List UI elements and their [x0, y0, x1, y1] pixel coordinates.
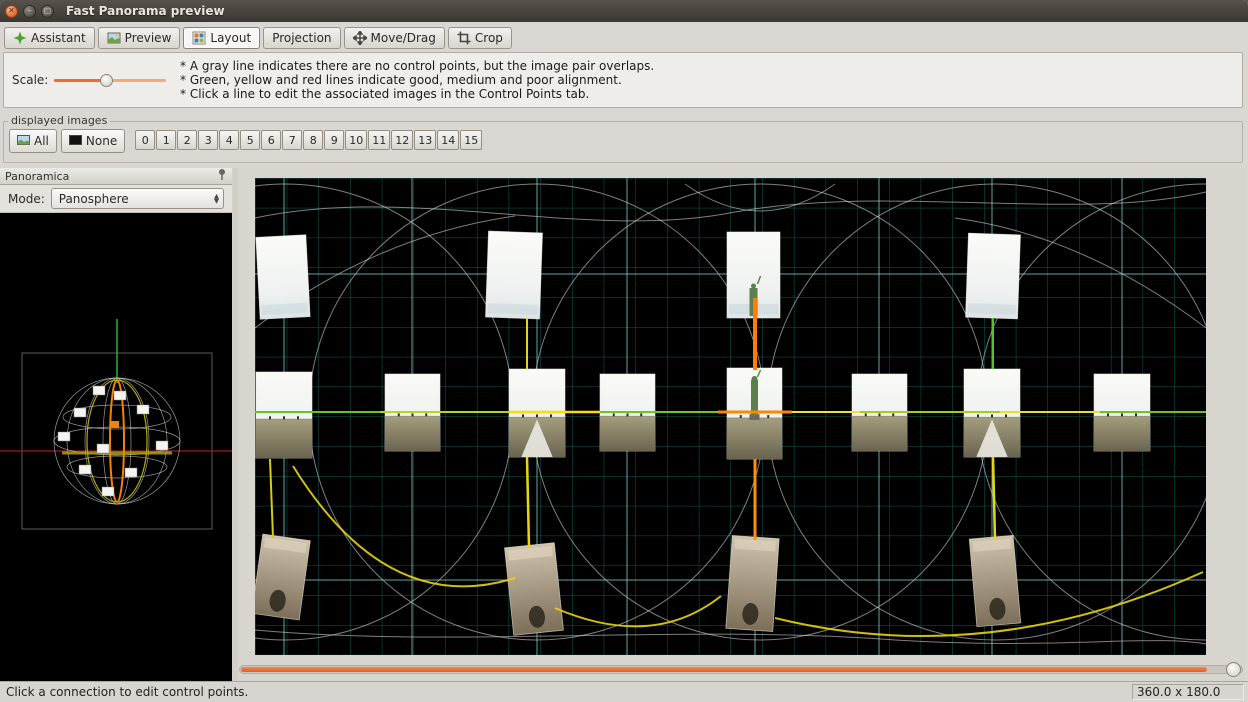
- scale-slider-handle[interactable]: [100, 74, 113, 87]
- tab-preview[interactable]: Preview: [98, 27, 181, 49]
- image-toggle-5[interactable]: 5: [240, 130, 260, 150]
- status-message: Click a connection to edit control point…: [6, 685, 248, 699]
- canvas-scroll-handle[interactable]: [1226, 662, 1241, 677]
- tab-layout[interactable]: Layout: [183, 27, 260, 49]
- window-title: Fast Panorama preview: [66, 4, 225, 18]
- image-thumbnail[interactable]: [505, 543, 564, 636]
- image-thumbnail[interactable]: [966, 233, 1021, 319]
- tab-bar: Assistant Preview Layout Projection Move…: [4, 24, 512, 49]
- image-toggle-11[interactable]: 11: [368, 130, 390, 150]
- image-toggle-6[interactable]: 6: [261, 130, 281, 150]
- tab-label: Assistant: [31, 31, 86, 45]
- image-toggle-14[interactable]: 14: [437, 130, 459, 150]
- tab-move-drag[interactable]: Move/Drag: [344, 27, 445, 49]
- image-toggle-8[interactable]: 8: [303, 130, 323, 150]
- tab-label: Preview: [125, 31, 172, 45]
- image-toggle-4[interactable]: 4: [219, 130, 239, 150]
- move-drag-icon: [353, 31, 367, 45]
- panosphere-preview[interactable]: [0, 213, 232, 681]
- tab-crop[interactable]: Crop: [448, 27, 512, 49]
- combo-spin-icon[interactable]: ▲▼: [214, 194, 219, 203]
- image-thumbnail[interactable]: [256, 372, 312, 458]
- assistant-icon: [13, 31, 27, 45]
- panel-title: Panoramica: [5, 170, 69, 183]
- layout-canvas-area: [238, 168, 1245, 681]
- scale-slider-fill: [54, 79, 106, 82]
- image-thumbnail[interactable]: [486, 231, 543, 319]
- image-toggle-9[interactable]: 9: [324, 130, 344, 150]
- scale-slider[interactable]: [54, 74, 166, 87]
- legend-notes: * A gray line indicates there are no con…: [180, 59, 654, 101]
- image-thumbnail[interactable]: [969, 535, 1021, 627]
- info-panel: Scale: * A gray line indicates there are…: [3, 52, 1243, 108]
- panel-header: Panoramica: [0, 168, 232, 185]
- mode-combobox[interactable]: Panosphere ▲▼: [51, 188, 224, 209]
- pin-icon[interactable]: [217, 168, 227, 184]
- scale-label: Scale:: [12, 73, 48, 87]
- displayed-images-label: displayed images: [8, 114, 110, 127]
- image-toggle-12[interactable]: 12: [391, 130, 413, 150]
- displayed-images-group: displayed images All None 01234567891011…: [3, 121, 1243, 163]
- image-thumbnail[interactable]: [256, 235, 310, 320]
- crop-icon: [457, 31, 471, 45]
- image-toggle-7[interactable]: 7: [282, 130, 302, 150]
- tab-projection[interactable]: Projection: [263, 27, 340, 49]
- note-line: * A gray line indicates there are no con…: [180, 59, 654, 73]
- canvas-scrollbar-fill: [241, 667, 1207, 672]
- image-toggle-15[interactable]: 15: [460, 130, 482, 150]
- image-toggle-0[interactable]: 0: [135, 130, 155, 150]
- image-toggle-row: 0123456789101112131415: [135, 130, 482, 150]
- image-toggle-10[interactable]: 10: [345, 130, 367, 150]
- image-toggle-3[interactable]: 3: [198, 130, 218, 150]
- tab-label: Move/Drag: [371, 31, 436, 45]
- mode-row: Mode: Panosphere ▲▼: [0, 185, 232, 213]
- image-toggle-2[interactable]: 2: [177, 130, 197, 150]
- titlebar[interactable]: ✕ – ▢ Fast Panorama preview: [0, 0, 1248, 22]
- status-bar: Click a connection to edit control point…: [0, 681, 1248, 702]
- panorama-mode-panel: Panoramica Mode: Panosphere ▲▼: [0, 168, 232, 681]
- tab-label: Projection: [272, 31, 331, 45]
- image-toggle-1[interactable]: 1: [156, 130, 176, 150]
- image-toggle-13[interactable]: 13: [414, 130, 436, 150]
- none-button[interactable]: None: [61, 129, 125, 153]
- mode-label: Mode:: [8, 192, 45, 206]
- canvas-scrollbar[interactable]: [239, 665, 1243, 674]
- close-button[interactable]: ✕: [5, 5, 18, 18]
- sphere-highlight-thumb: [110, 421, 119, 428]
- tab-label: Crop: [475, 31, 503, 45]
- note-line: * Green, yellow and red lines indicate g…: [180, 73, 654, 87]
- all-button[interactable]: All: [9, 129, 57, 153]
- preview-icon: [107, 31, 121, 45]
- tab-assistant[interactable]: Assistant: [4, 27, 95, 49]
- minimize-button[interactable]: –: [23, 5, 36, 18]
- mode-value: Panosphere: [59, 192, 129, 206]
- images-all-icon: [17, 134, 30, 148]
- fast-panorama-preview-window: ✕ – ▢ Fast Panorama preview Assistant Pr…: [0, 0, 1248, 702]
- note-line: * Click a line to edit the associated im…: [180, 87, 654, 101]
- canvas-dimensions: 360.0 x 180.0: [1132, 684, 1244, 700]
- tab-label: Layout: [210, 31, 251, 45]
- layout-icon: [192, 31, 206, 45]
- images-none-icon: [69, 134, 82, 148]
- layout-canvas[interactable]: [255, 178, 1206, 655]
- maximize-button[interactable]: ▢: [41, 5, 54, 18]
- image-thumbnail[interactable]: [726, 535, 779, 631]
